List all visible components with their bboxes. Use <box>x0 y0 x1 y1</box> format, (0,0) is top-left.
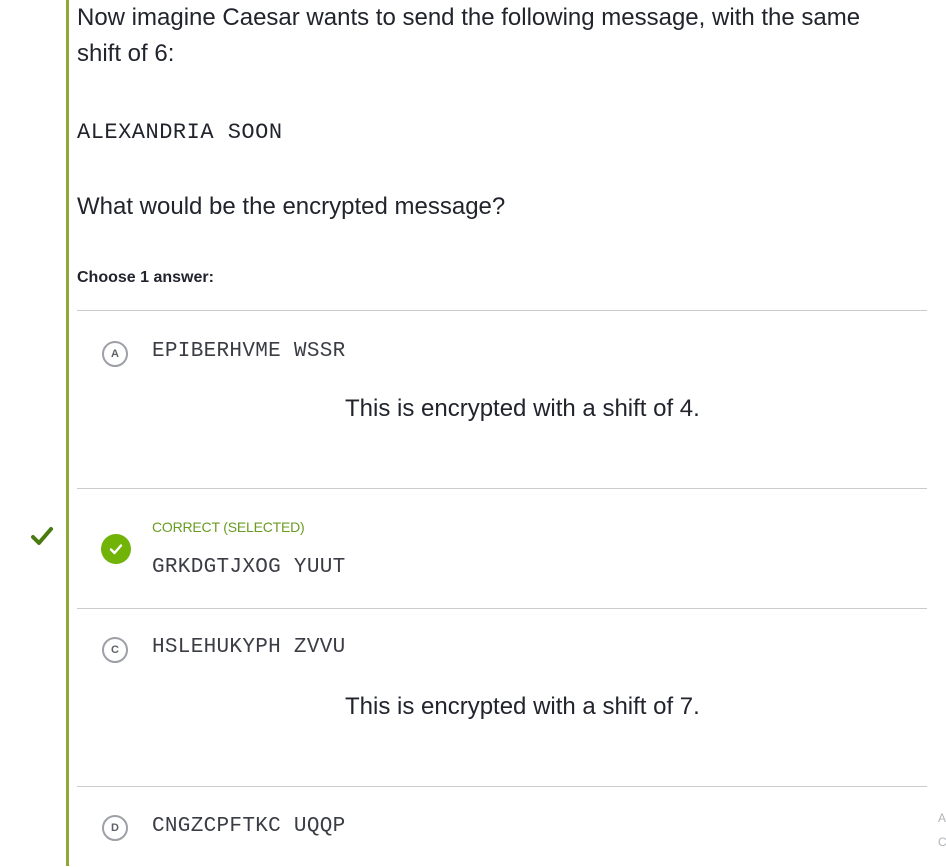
question-block: Now imagine Caesar wants to send the fol… <box>77 0 927 286</box>
choose-label: Choose 1 answer: <box>77 269 214 286</box>
question-status-bar <box>66 0 69 866</box>
answer-choice-a[interactable]: A EPIBERHVME WSSR This is encrypted with… <box>77 310 927 489</box>
choice-text: HSLEHUKYPH ZVVU <box>152 636 346 659</box>
check-circle-icon <box>101 534 131 564</box>
answer-choice-b[interactable]: CORRECT (SELECTED) GRKDGTJXOG YUUT <box>77 488 927 609</box>
choice-rationale: This is encrypted with a shift of 7. <box>345 693 700 720</box>
question-intro: Now imagine Caesar wants to send the fol… <box>77 4 861 67</box>
plaintext-message: ALEXANDRIA SOON <box>77 120 283 145</box>
question-prompt: What would be the encrypted message? <box>77 193 506 220</box>
choice-text: EPIBERHVME WSSR <box>152 340 346 363</box>
choice-letter-badge: A <box>102 341 128 367</box>
clipped-edge-text: A C <box>938 806 946 854</box>
checkmark-icon <box>31 527 53 545</box>
choice-rationale: This is encrypted with a shift of 4. <box>345 395 700 422</box>
clipped-char-top: A <box>938 811 946 825</box>
choice-text: GRKDGTJXOG YUUT <box>152 556 346 579</box>
clipped-char-bottom: C <box>938 835 946 849</box>
choice-letter-badge: D <box>102 815 128 841</box>
choice-letter-badge: C <box>102 637 128 663</box>
choice-text: CNGZCPFTKC UQQP <box>152 815 346 838</box>
choice-status-label: CORRECT (SELECTED) <box>152 519 305 535</box>
answer-choice-c[interactable]: C HSLEHUKYPH ZVVU This is encrypted with… <box>77 608 927 787</box>
answer-choice-d[interactable]: D CNGZCPFTKC UQQP <box>77 786 927 867</box>
